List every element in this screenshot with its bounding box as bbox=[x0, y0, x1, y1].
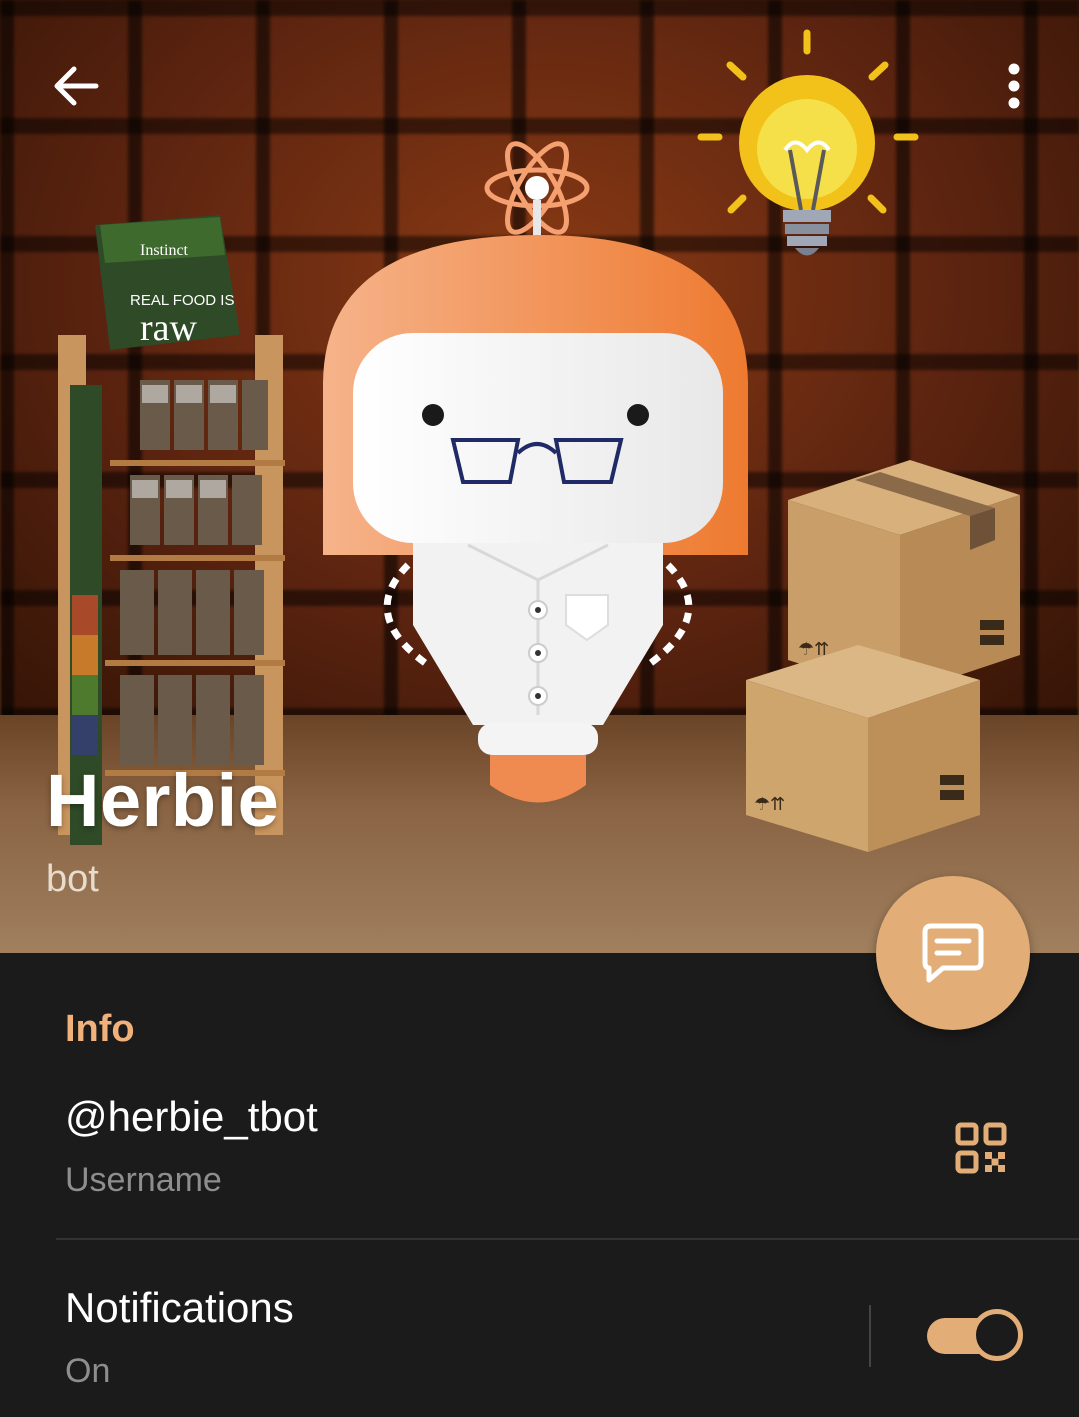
bot-type-subtitle: bot bbox=[46, 858, 99, 900]
profile-header: Instinct REAL FOOD IS raw ☂⇈ ☂⇈ Herbie b… bbox=[0, 0, 1079, 953]
arrow-left-icon bbox=[54, 66, 99, 106]
display-brand-text: Instinct bbox=[140, 242, 189, 259]
info-section-title: Info bbox=[65, 1008, 135, 1050]
herbie-mascot-avatar bbox=[323, 235, 748, 803]
bot-name-title: Herbie bbox=[46, 759, 280, 842]
more-options-button[interactable] bbox=[980, 50, 1048, 122]
notifications-status: On bbox=[65, 1352, 111, 1390]
qr-code-icon bbox=[955, 1122, 1007, 1174]
section-divider bbox=[56, 1238, 1079, 1240]
cardboard-boxes-illustration: ☂⇈ ☂⇈ bbox=[746, 460, 1020, 852]
svg-text:☂⇈: ☂⇈ bbox=[754, 794, 785, 815]
chat-bubble-icon bbox=[922, 923, 984, 983]
notifications-title[interactable]: Notifications bbox=[65, 1284, 294, 1332]
back-button[interactable] bbox=[40, 50, 112, 122]
send-message-button[interactable] bbox=[876, 876, 1030, 1030]
more-vert-icon bbox=[1008, 63, 1020, 109]
display-raw-text: raw bbox=[140, 307, 198, 349]
username-value[interactable]: @herbie_tbot bbox=[65, 1093, 318, 1141]
vertical-separator bbox=[869, 1305, 871, 1367]
atom-icon bbox=[484, 141, 590, 240]
username-label: Username bbox=[65, 1161, 222, 1199]
notifications-toggle[interactable] bbox=[925, 1308, 1025, 1364]
toggle-knob bbox=[971, 1309, 1023, 1361]
qr-code-button[interactable] bbox=[945, 1112, 1017, 1184]
